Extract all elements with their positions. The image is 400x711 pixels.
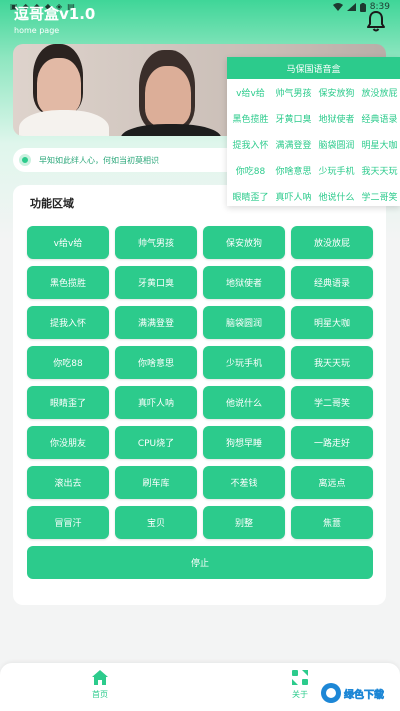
sound-button[interactable]: 离远点 <box>291 466 373 499</box>
app-title: 逗哥盒v1.0 <box>14 6 96 23</box>
voice-box-popup: 马保国语音盒 v给v给 帅气男孩 保安放狗 放没放屁 黑色揽胜 牙黄口臭 地狱使… <box>227 57 400 206</box>
popup-item[interactable]: 他说什么 <box>315 183 358 209</box>
sound-button[interactable]: 明星大咖 <box>291 306 373 339</box>
sound-button[interactable]: 我天天玩 <box>291 346 373 379</box>
sound-button[interactable]: 你啥意思 <box>115 346 197 379</box>
sound-button[interactable]: CPU烧了 <box>115 426 197 459</box>
signal-icon <box>346 3 356 11</box>
banner-person-right-body <box>121 124 221 136</box>
sound-button[interactable]: 刷车库 <box>115 466 197 499</box>
sound-button[interactable]: 眼睛歪了 <box>27 386 109 419</box>
sound-button[interactable]: 滚出去 <box>27 466 109 499</box>
popup-item[interactable]: 真吓人呐 <box>272 183 315 209</box>
popup-item[interactable]: 你吃88 <box>229 157 272 183</box>
bell-icon[interactable] <box>366 10 386 32</box>
popup-item-grid: v给v给 帅气男孩 保安放狗 放没放屁 黑色揽胜 牙黄口臭 地狱使者 经典语录 … <box>227 79 400 209</box>
sound-button[interactable]: 一路走好 <box>291 426 373 459</box>
sound-button[interactable]: 牙黄口臭 <box>115 266 197 299</box>
popup-item[interactable]: 帅气男孩 <box>272 79 315 105</box>
notice-dot-icon <box>19 154 31 166</box>
banner-person-right-face <box>145 66 191 126</box>
function-area-title: 功能区域 <box>30 197 74 210</box>
popup-item[interactable]: 我天天玩 <box>358 157 400 183</box>
nav-label-about: 关于 <box>292 690 308 699</box>
home-icon <box>92 670 108 685</box>
popup-item[interactable]: 少玩手机 <box>315 157 358 183</box>
sound-button[interactable]: 狗想早睡 <box>203 426 285 459</box>
sound-button[interactable]: 你吃88 <box>27 346 109 379</box>
nav-item-home[interactable]: 首页 <box>75 670 125 700</box>
popup-item[interactable]: 提我入怀 <box>229 131 272 157</box>
sound-button[interactable]: 宝贝 <box>115 506 197 539</box>
popup-item[interactable]: 牙黄口臭 <box>272 105 315 131</box>
sound-button[interactable]: 学二哥笑 <box>291 386 373 419</box>
battery-icon <box>359 2 366 12</box>
popup-item[interactable]: 你啥意思 <box>272 157 315 183</box>
sound-button-grid: v给v给 帅气男孩 保安放狗 放没放屁 黑色揽胜 牙黄口臭 地狱使者 经典语录 … <box>27 226 374 539</box>
about-icon <box>292 670 308 685</box>
sound-button[interactable]: 帅气男孩 <box>115 226 197 259</box>
popup-item[interactable]: 眼睛歪了 <box>229 183 272 209</box>
sound-button[interactable]: 少玩手机 <box>203 346 285 379</box>
sound-button[interactable]: 保安放狗 <box>203 226 285 259</box>
stop-button[interactable]: 停止 <box>27 546 373 579</box>
sound-button[interactable]: 焦薏 <box>291 506 373 539</box>
popup-item[interactable]: 放没放屁 <box>358 79 400 105</box>
sound-button[interactable]: 他说什么 <box>203 386 285 419</box>
banner-person-face <box>37 58 81 114</box>
popup-item[interactable]: 黑色揽胜 <box>229 105 272 131</box>
popup-item[interactable]: 明星大咖 <box>358 131 400 157</box>
sound-button[interactable]: v给v给 <box>27 226 109 259</box>
notice-text: 早知如此绊人心，何如当初莫相识 <box>39 155 159 165</box>
function-area-card: 功能区域 v给v给 帅气男孩 保安放狗 放没放屁 黑色揽胜 牙黄口臭 地狱使者 … <box>13 185 386 605</box>
watermark-text: 绿色下载 <box>344 689 385 701</box>
popup-item[interactable]: 保安放狗 <box>315 79 358 105</box>
popup-item[interactable]: v给v给 <box>229 79 272 105</box>
wifi-icon <box>332 3 343 11</box>
popup-item[interactable]: 经典语录 <box>358 105 400 131</box>
sound-button[interactable]: 提我入怀 <box>27 306 109 339</box>
popup-item[interactable]: 学二哥笑 <box>358 183 400 209</box>
sound-button[interactable]: 真吓人呐 <box>115 386 197 419</box>
sound-button[interactable]: 别整 <box>203 506 285 539</box>
nav-label-home: 首页 <box>92 690 108 699</box>
app-subtitle: home page <box>14 26 60 35</box>
banner-person-body <box>19 110 109 136</box>
sound-button[interactable]: 脑袋圆润 <box>203 306 285 339</box>
popup-item[interactable]: 满满登登 <box>272 131 315 157</box>
sound-button[interactable]: 冒冒汗 <box>27 506 109 539</box>
sound-button[interactable]: 不差钱 <box>203 466 285 499</box>
sound-button[interactable]: 地狱使者 <box>203 266 285 299</box>
sound-button[interactable]: 满满登登 <box>115 306 197 339</box>
sound-button[interactable]: 黑色揽胜 <box>27 266 109 299</box>
sound-button[interactable]: 经典语录 <box>291 266 373 299</box>
watermark-logo-icon <box>321 683 341 703</box>
watermark: 绿色下载 <box>320 680 398 706</box>
popup-title: 马保国语音盒 <box>227 57 400 79</box>
sound-button[interactable]: 放没放屁 <box>291 226 373 259</box>
popup-item[interactable]: 脑袋圆润 <box>315 131 358 157</box>
popup-item[interactable]: 地狱使者 <box>315 105 358 131</box>
sound-button[interactable]: 你没朋友 <box>27 426 109 459</box>
nav-item-about[interactable]: 关于 <box>275 670 325 700</box>
